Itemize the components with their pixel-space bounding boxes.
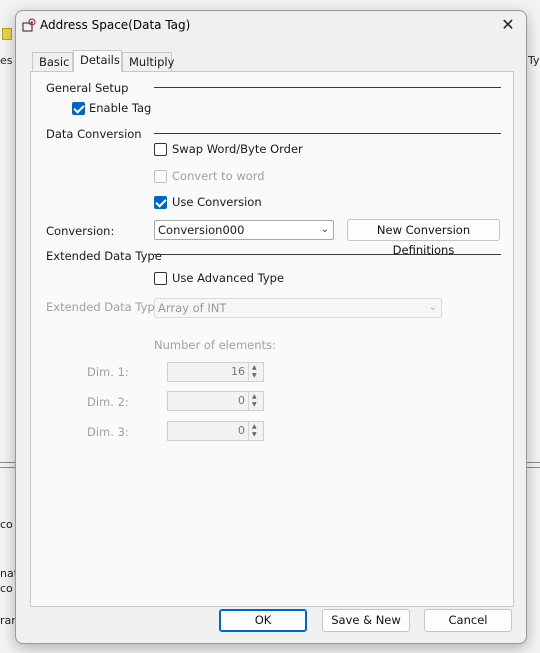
title-bar: Address Space(Data Tag) ✕: [16, 11, 526, 41]
background-text: es: [0, 54, 13, 67]
folder-icon: [2, 28, 12, 40]
details-panel: General Setup Enable Tag Data Conversion…: [30, 71, 514, 607]
extended-type-label: Extended Data Type: [46, 300, 162, 314]
tab-details[interactable]: Details: [73, 50, 122, 72]
background-text: co: [0, 518, 13, 531]
dim-2-value: 0: [238, 394, 245, 407]
extended-type-select-value: Array of INT: [158, 301, 227, 315]
tab-multiply[interactable]: Multiply: [122, 52, 174, 72]
number-of-elements-label: Number of elements:: [154, 338, 276, 352]
section-divider: [154, 133, 501, 134]
address-space-dialog: Address Space(Data Tag) ✕ Basic Details …: [15, 10, 527, 644]
extended-type-select[interactable]: Array of INT ⌄: [154, 298, 442, 318]
spin-down-icon[interactable]: ▼: [252, 432, 257, 438]
swap-order-checkbox[interactable]: [154, 143, 167, 156]
background-text: co: [0, 582, 13, 595]
use-advanced-type-checkbox[interactable]: [154, 272, 167, 285]
new-conversion-definitions-button[interactable]: New Conversion Definitions: [347, 219, 500, 257]
dim-1-label: Dim. 1:: [87, 365, 129, 379]
use-advanced-type-label: Use Advanced Type: [172, 271, 285, 285]
dialog-title: Address Space(Data Tag): [40, 18, 191, 32]
dim-1-value: 16: [231, 365, 245, 378]
cancel-button[interactable]: Cancel: [424, 609, 512, 632]
enable-tag-checkbox[interactable]: [72, 102, 85, 115]
background-text: Ty: [528, 54, 540, 67]
dim-3-stepper[interactable]: 0 ▲ ▼: [167, 421, 264, 441]
chevron-down-icon: ⌄: [428, 302, 437, 313]
conversion-select[interactable]: Conversion000 ⌄: [154, 220, 334, 240]
data-conversion-heading: Data Conversion: [46, 127, 142, 141]
spin-down-icon[interactable]: ▼: [252, 373, 257, 379]
dim-1-stepper[interactable]: 16 ▲ ▼: [167, 362, 264, 382]
spin-down-icon[interactable]: ▼: [252, 402, 257, 408]
convert-to-word-label: Convert to word: [172, 169, 265, 183]
use-conversion-label: Use Conversion: [172, 195, 262, 209]
section-divider: [154, 87, 501, 88]
spin-up-icon[interactable]: ▲: [252, 424, 257, 430]
swap-order-label: Swap Word/Byte Order: [172, 142, 303, 156]
use-conversion-checkbox[interactable]: [154, 196, 167, 209]
enable-tag-label: Enable Tag: [89, 101, 152, 115]
chevron-down-icon: ⌄: [320, 224, 329, 235]
convert-to-word-checkbox[interactable]: [154, 170, 167, 183]
section-divider: [154, 254, 501, 255]
save-and-new-button[interactable]: Save & New: [322, 609, 410, 632]
ok-button[interactable]: OK: [219, 609, 307, 632]
dim-2-stepper[interactable]: 0 ▲ ▼: [167, 391, 264, 411]
spin-up-icon[interactable]: ▲: [252, 394, 257, 400]
close-button[interactable]: ✕: [494, 13, 522, 37]
general-setup-heading: General Setup: [46, 81, 129, 95]
tab-basic[interactable]: Basic: [32, 52, 73, 72]
tag-settings-icon: [22, 18, 36, 32]
dim-3-label: Dim. 3:: [87, 425, 129, 439]
spin-up-icon[interactable]: ▲: [252, 365, 257, 371]
dim-2-label: Dim. 2:: [87, 395, 129, 409]
conversion-select-value: Conversion000: [158, 223, 245, 237]
dim-3-value: 0: [238, 424, 245, 437]
extended-data-type-heading: Extended Data Type: [46, 249, 162, 263]
conversion-label: Conversion:: [46, 224, 115, 238]
